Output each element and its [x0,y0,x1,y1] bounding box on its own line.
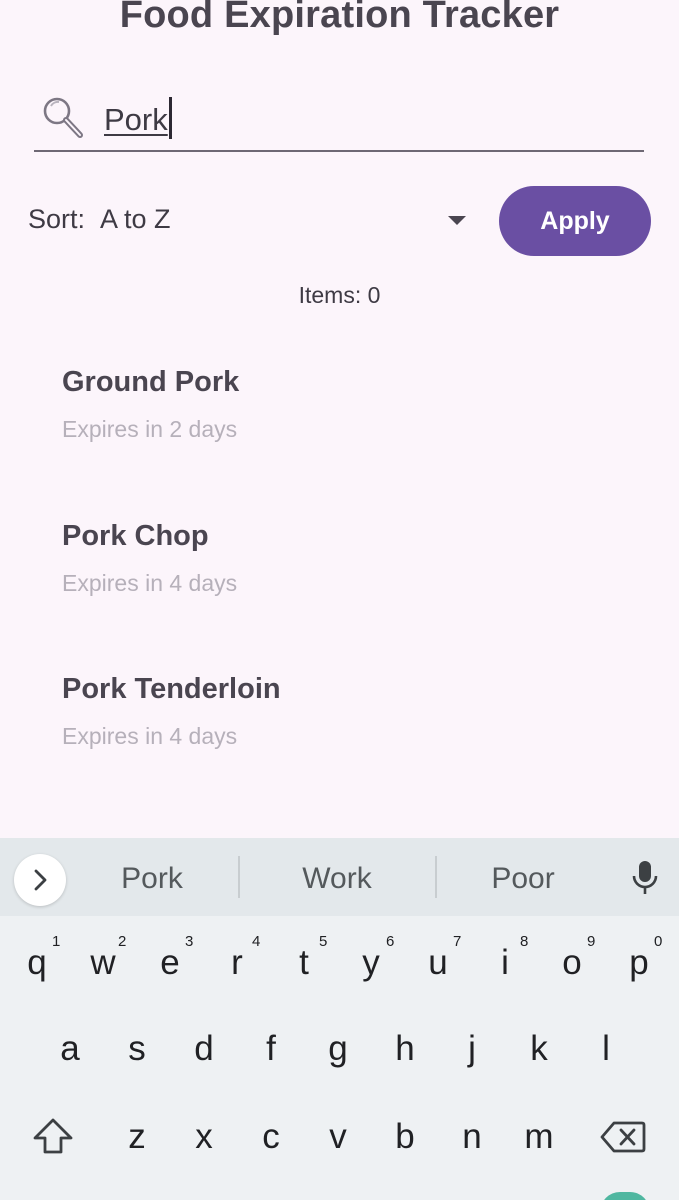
app-title: Food Expiration Tracker [119,0,560,36]
key-p[interactable]: p0 [608,928,670,998]
food-list: Ground Pork Expires in 2 days Pork Chop … [62,360,622,821]
key-a[interactable]: a [39,1014,101,1084]
key-q[interactable]: q1 [6,928,68,998]
key-b[interactable]: b [374,1102,436,1172]
suggestion-divider [238,856,240,898]
suggestion-bar: Pork Work Poor [0,838,679,916]
key-w[interactable]: w2 [72,928,134,998]
key-g[interactable]: g [307,1014,369,1084]
apply-button[interactable]: Apply [499,186,651,256]
sort-value: A to Z [100,204,171,234]
key-h[interactable]: h [374,1014,436,1084]
key-f[interactable]: f [240,1014,302,1084]
food-expiry: Expires in 4 days [62,569,238,596]
key-t[interactable]: t5 [273,928,335,998]
food-expiry: Expires in 4 days [62,723,238,749]
key-v[interactable]: v [307,1102,369,1172]
key-j[interactable]: j [441,1014,503,1084]
sort-dropdown[interactable]: Sort: A to Z [28,196,478,246]
food-name: Pork Tenderloin [62,673,281,705]
sort-label: Sort: [28,204,86,234]
key-k[interactable]: k [508,1014,570,1084]
search-icon [43,97,83,138]
search-field[interactable]: Pork [34,88,644,152]
food-expiry: Expires in 2 days [62,416,238,442]
chevron-down-icon [448,216,466,225]
items-count: Items: 0 [298,282,381,308]
key-u[interactable]: u7 [407,928,469,998]
list-item[interactable]: Pork Chop Expires in 4 days [62,514,622,668]
key-n[interactable]: n [441,1102,503,1172]
key-s[interactable]: s [106,1014,168,1084]
key-o[interactable]: o9 [541,928,603,998]
key-m[interactable]: m [508,1102,570,1172]
suggestion-item[interactable]: Work [247,862,427,896]
backspace-icon[interactable] [600,1120,646,1154]
key-z[interactable]: z [106,1102,168,1172]
microphone-icon[interactable] [631,860,659,896]
food-name: Pork Chop [62,519,209,552]
key-y[interactable]: y6 [340,928,402,998]
text-caret [169,97,172,139]
search-input[interactable]: Pork [104,100,168,140]
food-name: Ground Pork [62,366,240,398]
key-r[interactable]: r4 [206,928,268,998]
shift-icon[interactable] [30,1116,76,1156]
key-d[interactable]: d [173,1014,235,1084]
key-l[interactable]: l [575,1014,637,1084]
key-x[interactable]: x [173,1102,235,1172]
expand-toolbar-button[interactable] [14,854,66,906]
key-i[interactable]: i8 [474,928,536,998]
list-item[interactable]: Ground Pork Expires in 2 days [62,360,622,514]
key-c[interactable]: c [240,1102,302,1172]
keyboard: Pork Work Poor q1 w2 e3 r4 t5 y6 u7 i8 o… [0,838,679,1200]
key-e[interactable]: e3 [139,928,201,998]
suggestion-item[interactable]: Poor [433,862,613,896]
list-item[interactable]: Pork Tenderloin Expires in 4 days [62,667,622,821]
suggestion-item[interactable]: Pork [62,862,242,896]
chevron-right-icon [34,869,47,891]
